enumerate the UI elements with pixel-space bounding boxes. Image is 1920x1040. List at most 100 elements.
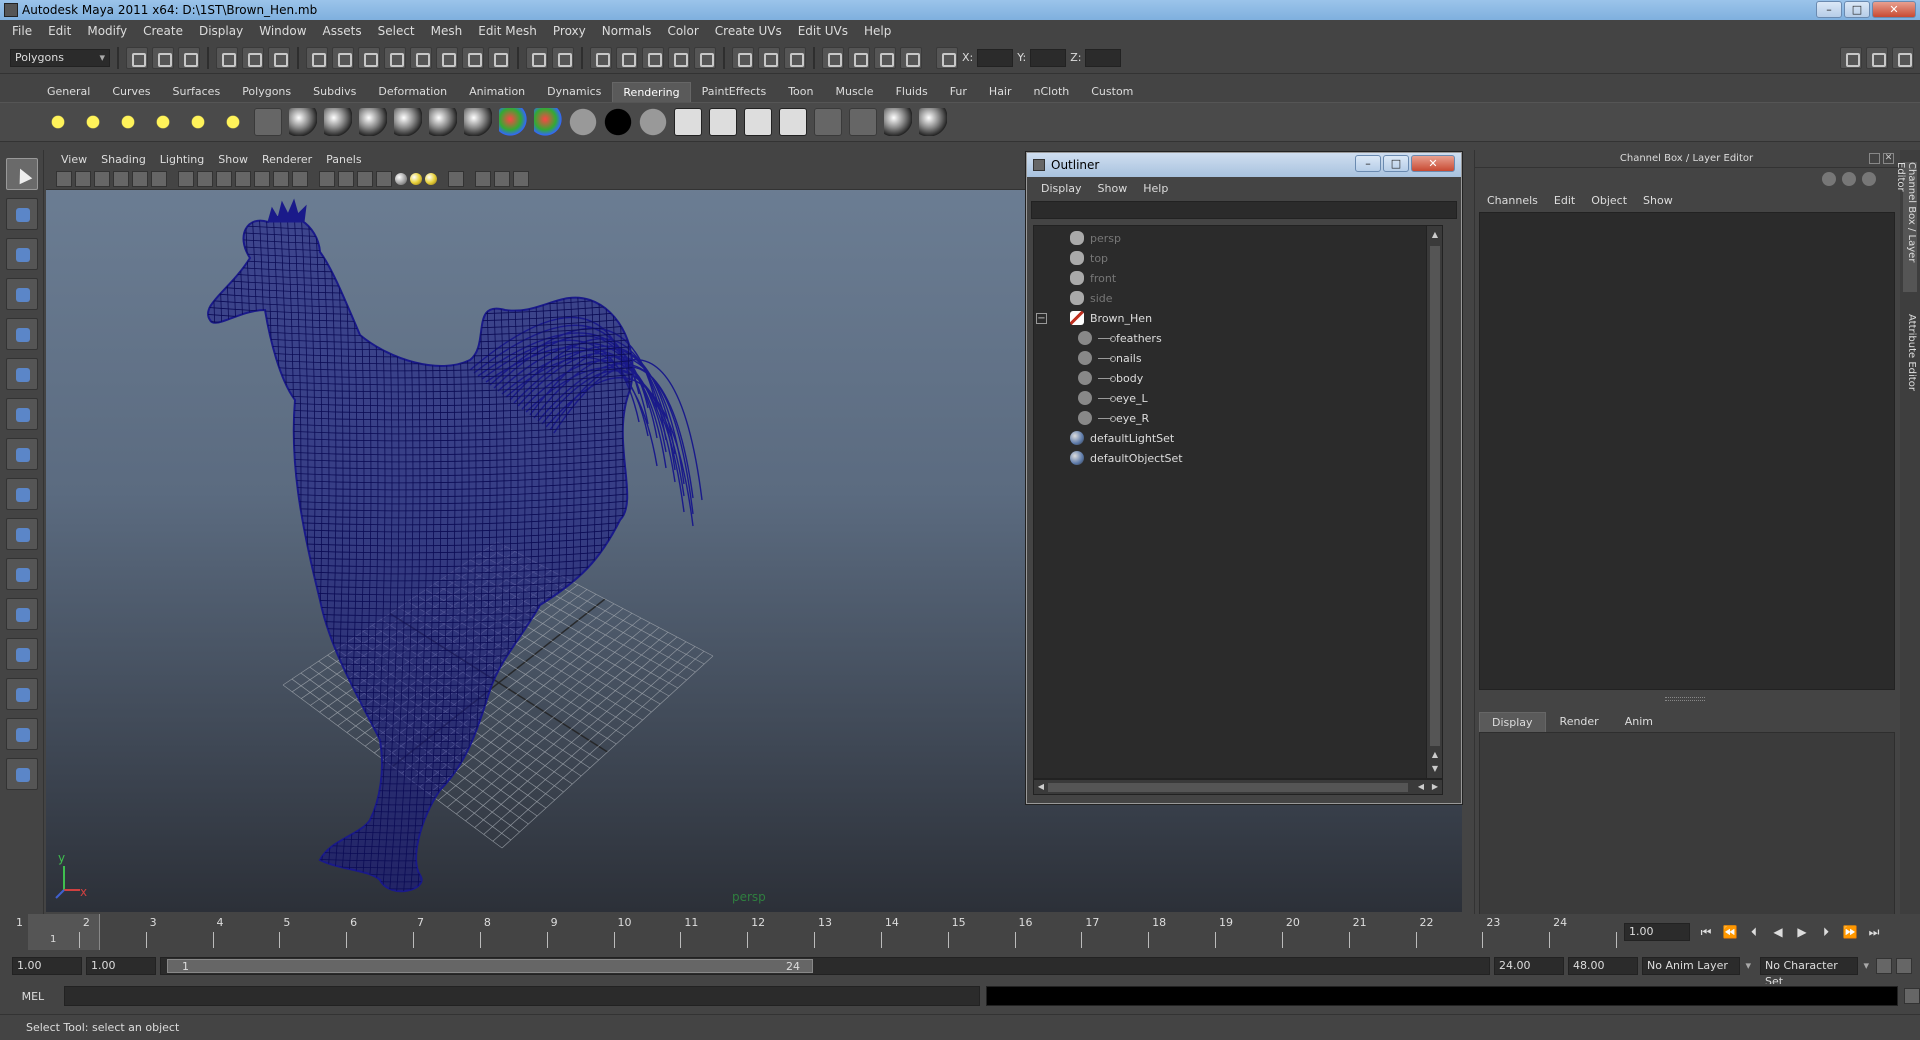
viewport-menu-renderer[interactable]: Renderer (255, 153, 319, 166)
paint-shader-icon[interactable] (919, 108, 947, 136)
scale-tool-icon[interactable] (5, 358, 38, 390)
shelf-tab-muscle[interactable]: Muscle (824, 81, 884, 102)
outliner-item[interactable]: eye_R (1034, 408, 1442, 428)
shelf-tab-polygons[interactable]: Polygons (231, 81, 302, 102)
shelf-tab-animation[interactable]: Animation (458, 81, 536, 102)
select-component-icon[interactable] (268, 46, 290, 69)
render-view-icon[interactable] (822, 46, 844, 69)
command-input[interactable] (63, 986, 981, 1006)
scroll-up-icon[interactable]: ▲ (1428, 748, 1442, 762)
menu-file[interactable]: File (4, 24, 40, 38)
menu-set-dropdown[interactable]: Polygons (10, 48, 110, 67)
playback-start-field[interactable]: 1.00 (86, 957, 156, 975)
snap-view-plane-icon[interactable] (668, 46, 690, 69)
default-lighting-icon[interactable] (395, 172, 407, 185)
absolute-transform-icon[interactable] (936, 46, 958, 69)
ambient-light-icon[interactable] (44, 108, 72, 136)
outliner-filter-input[interactable] (1031, 201, 1457, 219)
outliner-menu-show[interactable]: Show (1090, 182, 1136, 195)
animation-end-field[interactable]: 48.00 (1568, 957, 1638, 975)
shelf-tab-painteffects[interactable]: PaintEffects (691, 81, 778, 102)
show-attribute-editor-icon[interactable] (1840, 46, 1862, 69)
lock-selection-icon[interactable] (526, 46, 548, 69)
hardware-texturing-icon[interactable] (513, 170, 529, 187)
safe-action-icon[interactable] (273, 170, 289, 187)
render-settings-icon[interactable] (900, 46, 922, 69)
go-to-end-icon[interactable]: ⏭ (1866, 924, 1882, 940)
shelf-tab-fur[interactable]: Fur (939, 81, 978, 102)
area-light-icon[interactable] (184, 108, 212, 136)
rotate-tool-icon[interactable] (5, 318, 38, 350)
side-tab-channel-box[interactable]: Channel Box / Layer Editor (1895, 162, 1917, 292)
mask-misc-icon[interactable] (488, 46, 510, 69)
manipulator-icon[interactable] (1822, 172, 1836, 186)
blinn-shader-icon[interactable] (324, 108, 352, 136)
script-language-toggle[interactable]: MEL (8, 990, 58, 1003)
phong-shader-icon[interactable] (394, 108, 422, 136)
select-hierarchy-icon[interactable] (216, 46, 238, 69)
channel-menu-channels[interactable]: Channels (1479, 194, 1546, 207)
menu-select[interactable]: Select (370, 24, 423, 38)
shelf-tab-general[interactable]: General (36, 81, 101, 102)
viewport-menu-lighting[interactable]: Lighting (153, 153, 211, 166)
wireframe-on-shaded-icon[interactable] (357, 170, 373, 187)
maximize-button[interactable]: □ (1844, 1, 1870, 18)
surface-shader-icon[interactable] (569, 108, 597, 136)
float-panel-icon[interactable] (1869, 153, 1880, 164)
channel-menu-object[interactable]: Object (1583, 194, 1635, 207)
show-tool-settings-icon[interactable] (1866, 46, 1888, 69)
range-slider-bar[interactable]: 1 24 (160, 957, 1490, 975)
image-plane-icon[interactable] (113, 170, 129, 187)
xray-icon[interactable] (475, 170, 491, 187)
all-lights-icon[interactable] (410, 172, 422, 185)
close-button[interactable]: ✕ (1872, 1, 1916, 18)
scroll-right-icon[interactable]: ▶ (1428, 780, 1442, 794)
use-background-icon[interactable] (604, 108, 632, 136)
snap-point-icon[interactable] (642, 46, 664, 69)
directional-light-icon[interactable] (79, 108, 107, 136)
shelf-tab-rendering[interactable]: Rendering (612, 82, 691, 102)
layer-tab-render[interactable]: Render (1548, 712, 1611, 732)
shelf-tab-subdivs[interactable]: Subdivs (302, 81, 367, 102)
ipr-icon[interactable] (709, 108, 737, 136)
hyper-icon[interactable] (1862, 172, 1876, 186)
outliner-title-bar[interactable]: Outliner – □ ✕ (1027, 153, 1461, 177)
y-field[interactable] (1030, 48, 1067, 67)
channel-menu-show[interactable]: Show (1635, 194, 1681, 207)
select-tool-icon[interactable] (5, 158, 38, 190)
current-time-field[interactable]: 1.00 (1624, 923, 1690, 941)
outliner-item[interactable]: top (1034, 248, 1442, 268)
outliner-item[interactable]: nails (1034, 348, 1442, 368)
menu-modify[interactable]: Modify (79, 24, 135, 38)
outliner-menu-help[interactable]: Help (1135, 182, 1176, 195)
playback-end-field[interactable]: 24.00 (1494, 957, 1564, 975)
menu-window[interactable]: Window (251, 24, 314, 38)
viewport-menu-show[interactable]: Show (211, 153, 255, 166)
speed-icon[interactable] (1842, 172, 1856, 186)
mask-deformations-icon[interactable] (410, 46, 432, 69)
menu-help[interactable]: Help (856, 24, 899, 38)
outliner-item[interactable]: eye_L (1034, 388, 1442, 408)
input-output-icon[interactable] (758, 46, 780, 69)
persp-graph-layout-icon[interactable] (5, 678, 38, 710)
outliner-item[interactable]: body (1034, 368, 1442, 388)
render-current-frame-icon[interactable] (848, 46, 870, 69)
go-to-start-icon[interactable]: ⏮ (1698, 924, 1714, 940)
step-back-key-icon[interactable]: ⏴ (1746, 924, 1762, 940)
scroll-left-icon[interactable]: ◀ (1034, 780, 1048, 794)
animation-start-field[interactable]: 1.00 (12, 957, 82, 975)
snap-grid-icon[interactable] (590, 46, 612, 69)
hypershade-icon[interactable] (814, 108, 842, 136)
menu-assets[interactable]: Assets (315, 24, 370, 38)
menu-create[interactable]: Create (135, 24, 191, 38)
mask-surfaces-icon[interactable] (384, 46, 406, 69)
viewport-menu-view[interactable]: View (54, 153, 94, 166)
layer-tab-anim[interactable]: Anim (1613, 712, 1665, 732)
shelf-tab-deformation[interactable]: Deformation (367, 81, 458, 102)
ipr-render-icon[interactable] (874, 46, 896, 69)
outliner-item[interactable]: − Brown_Hen (1034, 308, 1442, 328)
textured-icon[interactable] (376, 170, 392, 187)
shelf-tab-dynamics[interactable]: Dynamics (536, 81, 612, 102)
volume-light-icon[interactable] (219, 108, 247, 136)
step-forward-frame-icon[interactable]: ⏩ (1842, 924, 1858, 940)
